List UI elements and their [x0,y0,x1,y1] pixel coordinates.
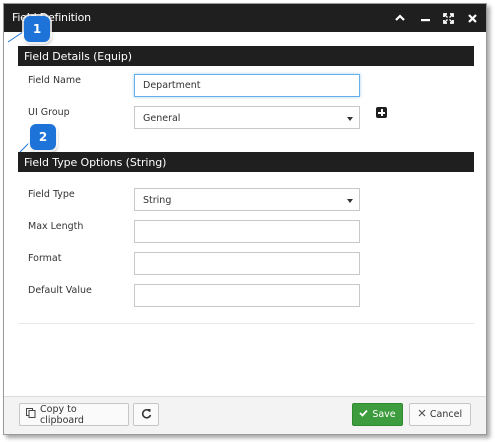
max-length-label: Max Length [28,221,84,232]
cancel-button-label: Cancel [429,409,463,420]
max-length-input[interactable] [134,220,360,243]
chevron-down-icon [347,199,353,203]
copy-icon [26,408,36,421]
save-button-label: Save [372,409,396,420]
chevron-down-icon [347,117,353,121]
field-type-select[interactable]: String [134,188,360,211]
callout-marker-2: 2 [30,124,56,150]
x-icon [418,409,426,420]
field-type-selected-value: String [143,195,172,206]
callout-marker-1: 1 [24,16,50,42]
check-icon [359,409,368,420]
plus-square-icon[interactable] [376,107,387,118]
ui-group-select[interactable]: General [134,106,360,129]
refresh-button[interactable] [133,403,159,426]
dialog-titlebar[interactable]: Field Definition [4,4,486,32]
dialog-footer: Copy to clipboard Save Cancel [4,396,486,434]
refresh-icon [141,408,152,422]
ui-group-selected-value: General [143,113,181,124]
cancel-button[interactable]: Cancel [409,403,471,426]
field-name-label: Field Name [28,75,81,86]
format-label: Format [28,253,62,264]
field-definition-dialog: Field Definition Field Details (Equip) F… [3,3,487,435]
copy-to-clipboard-button[interactable]: Copy to clipboard [19,403,129,426]
copy-button-label: Copy to clipboard [40,403,84,426]
ui-group-label: UI Group [28,107,70,118]
minimize-icon[interactable] [417,10,433,26]
close-icon[interactable] [464,10,480,26]
field-type-label: Field Type [28,189,75,200]
field-name-input[interactable] [134,74,360,97]
default-value-label: Default Value [28,285,92,296]
default-value-input[interactable] [134,284,360,307]
format-input[interactable] [134,252,360,275]
section-header-field-details: Field Details (Equip) [18,46,474,66]
expand-icon[interactable] [440,10,456,26]
section-header-field-type-options: Field Type Options (String) [18,152,474,172]
section-divider [18,323,474,324]
chevron-up-icon[interactable] [392,10,408,26]
save-button[interactable]: Save [352,403,403,426]
